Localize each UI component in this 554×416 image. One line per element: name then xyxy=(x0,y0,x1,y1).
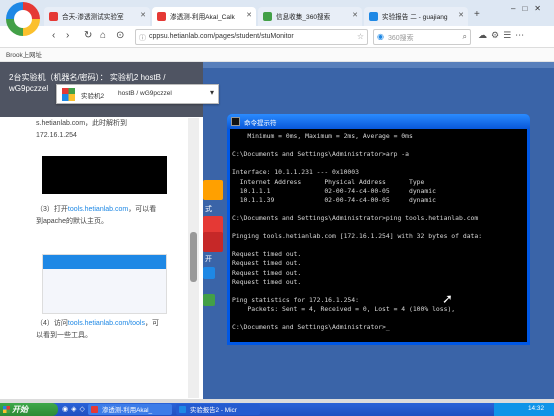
remote-host-name: hostB / wG9pczzel xyxy=(118,90,172,97)
browser-tab-strip: 合天-渗透测试实验室 ✕ 渗透测-利用Akal_Calk ✕ 信息收集_360搜… xyxy=(0,0,554,36)
task-label: 渗透测-利用Akal_ xyxy=(102,407,153,414)
tab-favicon-icon xyxy=(49,12,58,21)
console-line: C:\Documents and Settings\Administrator>… xyxy=(232,150,409,159)
toolbar-icons[interactable]: ☁⚙☰⋯ xyxy=(478,30,528,41)
console-line: Internet Address Physical Address Type xyxy=(232,177,425,186)
desktop-topline xyxy=(203,62,554,68)
taskbar: 开始 ◉◈◇ 渗透测-利用Akal_ 实验报告2 - Micr 14:32 xyxy=(0,403,554,416)
console-line: Request timed out. xyxy=(232,277,302,286)
tab-label: 渗透测-利用Akal_Calk xyxy=(170,14,235,21)
taskbar-task[interactable]: 渗透测-利用Akal_ xyxy=(88,404,172,415)
start-label: 开始 xyxy=(12,405,28,414)
clock: 14:32 xyxy=(528,405,544,412)
console-line: C:\Documents and Settings\Administrator>… xyxy=(232,213,479,222)
cmd-title-bar[interactable]: 命令提示符 xyxy=(227,114,530,129)
mouse-cursor-icon: ➚ xyxy=(442,291,453,306)
bookmark-star-icon[interactable]: ☆ xyxy=(357,32,364,41)
tab-close-icon[interactable]: ✕ xyxy=(246,11,252,19)
desktop-app-icon[interactable] xyxy=(203,294,215,306)
step-3-text: （3）打开tools.hetianlab.com，可以看到apache的默认主页… xyxy=(36,204,163,228)
tab-favicon-icon xyxy=(157,12,166,21)
forward-icon[interactable]: › xyxy=(66,30,69,41)
cmd-icon xyxy=(231,117,240,126)
cmd-title: 命令提示符 xyxy=(244,120,277,127)
desktop-icon-label: 开 xyxy=(205,256,212,263)
tab-label: 合天-渗透测试实验室 xyxy=(62,14,124,21)
history-icon[interactable]: ⊙ xyxy=(116,30,124,41)
tab-favicon-icon xyxy=(263,12,272,21)
cmd-console[interactable]: Minimum = 0ms, Maximum = 2ms, Average = … xyxy=(230,129,527,342)
address-row: ‹ › ↻ ⌂ ⊙ ⓘ cppsu.hetianlab.com/pages/st… xyxy=(0,26,554,48)
desktop-app-icon[interactable] xyxy=(203,180,223,200)
search-icon[interactable]: ⌕ xyxy=(463,32,467,42)
scrollbar-thumb[interactable] xyxy=(190,232,197,282)
command-prompt-window[interactable]: 命令提示符 Minimum = 0ms, Maximum = 2ms, Aver… xyxy=(227,114,530,345)
windows-flag-icon xyxy=(62,88,75,101)
tab-hetian-lab[interactable]: 合天-渗透测试实验室 ✕ xyxy=(44,7,150,26)
page-info-icon[interactable]: ⓘ xyxy=(139,33,146,43)
search-engine-icon[interactable]: ◉ xyxy=(377,32,384,41)
console-line: 10.1.1.39 02-00-74-c4-00-05 dynamic xyxy=(232,195,436,204)
new-tab-button[interactable]: + xyxy=(474,9,480,20)
url-text: cppsu.hetianlab.com/pages/student/stuMon… xyxy=(149,33,294,40)
quick-launch-icons[interactable]: ◉◈◇ xyxy=(62,405,88,413)
instructions-body: s.hetianlab.com，此时解析到172.16.1.254 （3）打开t… xyxy=(36,118,167,399)
screen: 合天-渗透测试实验室 ✕ 渗透测-利用Akal_Calk ✕ 信息收集_360搜… xyxy=(0,0,554,416)
desktop-app-icon[interactable] xyxy=(203,232,223,252)
step-4-prefix: （4）访问 xyxy=(36,320,68,327)
bookmark-item[interactable]: Brook上网址 xyxy=(6,50,42,59)
taskbar-task[interactable]: 实验报告2 - Micr xyxy=(176,404,260,415)
tab-label: 信息收集_360搜索 xyxy=(276,14,331,21)
console-line: C:\Documents and Settings\Administrator>… xyxy=(232,323,390,332)
chevron-down-icon[interactable]: ▾ xyxy=(210,88,214,97)
refresh-icon[interactable]: ↻ xyxy=(84,30,92,41)
tab-close-icon[interactable]: ✕ xyxy=(140,11,146,19)
tab-label: 实验报告 二 - guajiang xyxy=(382,14,448,21)
tools-link[interactable]: tools.hetianlab.com xyxy=(68,206,128,213)
tab-close-icon[interactable]: ✕ xyxy=(458,11,464,19)
console-line: Interface: 10.1.1.231 --- 0x10003 xyxy=(232,168,359,177)
window-controls[interactable]: –□✕ xyxy=(511,4,548,13)
console-line: Pinging tools.hetianlab.com [172.16.1.25… xyxy=(232,232,483,241)
search-placeholder: 360搜索 xyxy=(388,35,414,42)
start-button[interactable]: 开始 xyxy=(0,403,58,416)
task-label: 实验报告2 - Micr xyxy=(190,407,237,414)
tab-favicon-icon xyxy=(369,12,378,21)
apache-page-thumbnail xyxy=(42,254,167,314)
console-line: Ping statistics for 172.16.1.254: xyxy=(232,295,359,304)
console-line: Request timed out. xyxy=(232,259,302,268)
tools-dir-link[interactable]: tools.hetianlab.com/tools xyxy=(68,320,145,327)
scrollbar[interactable] xyxy=(188,118,199,398)
home-icon[interactable]: ⌂ xyxy=(100,30,106,41)
task-app-icon xyxy=(179,406,186,413)
search-input[interactable]: ◉ 360搜索 ⌕ xyxy=(373,29,471,45)
bookmarks-bar: Brook上网址 xyxy=(0,48,554,62)
console-line: 10.1.1.1 02-00-74-c4-00-05 dynamic xyxy=(232,186,436,195)
address-input[interactable]: ⓘ cppsu.hetianlab.com/pages/student/stuM… xyxy=(135,29,368,45)
system-tray[interactable]: 14:32 xyxy=(494,403,554,416)
windows-logo-icon xyxy=(3,406,10,413)
console-line: Minimum = 0ms, Maximum = 2ms, Average = … xyxy=(232,132,413,140)
thumbnail-header xyxy=(43,255,166,269)
instructions-pane: 2台实验机（机器名/密码）： 实验机2 hostB / wG9pczzel s.… xyxy=(0,62,203,399)
desktop-icon-label: 式 xyxy=(205,206,212,213)
browser-logo-icon[interactable] xyxy=(6,2,40,36)
tab-360-search[interactable]: 信息收集_360搜索 ✕ xyxy=(258,7,362,26)
remote-host-label: 实验机2 xyxy=(81,93,105,100)
screenshot-thumbnail xyxy=(42,156,167,194)
step-text: s.hetianlab.com，此时解析到172.16.1.254 xyxy=(36,120,128,139)
task-app-icon xyxy=(91,406,98,413)
step-4-text: （4）访问tools.hetianlab.com/tools，可以看到一些工具。 xyxy=(36,318,163,342)
console-line: Request timed out. xyxy=(232,268,302,277)
console-line: Packets: Sent = 4, Received = 0, Lost = … xyxy=(232,304,456,313)
step-3-prefix: （3）打开 xyxy=(36,206,68,213)
back-icon[interactable]: ‹ xyxy=(52,30,55,41)
remote-host-bar[interactable]: 实验机2 hostB / wG9pczzel ▾ xyxy=(56,84,219,104)
console-line: Request timed out. xyxy=(232,250,302,259)
tab-close-icon[interactable]: ✕ xyxy=(352,11,358,19)
desktop-app-icon[interactable] xyxy=(203,267,215,279)
tab-report[interactable]: 实验报告 二 - guajiang ✕ xyxy=(364,7,468,26)
tab-akal-calc[interactable]: 渗透测-利用Akal_Calk ✕ xyxy=(152,7,256,26)
